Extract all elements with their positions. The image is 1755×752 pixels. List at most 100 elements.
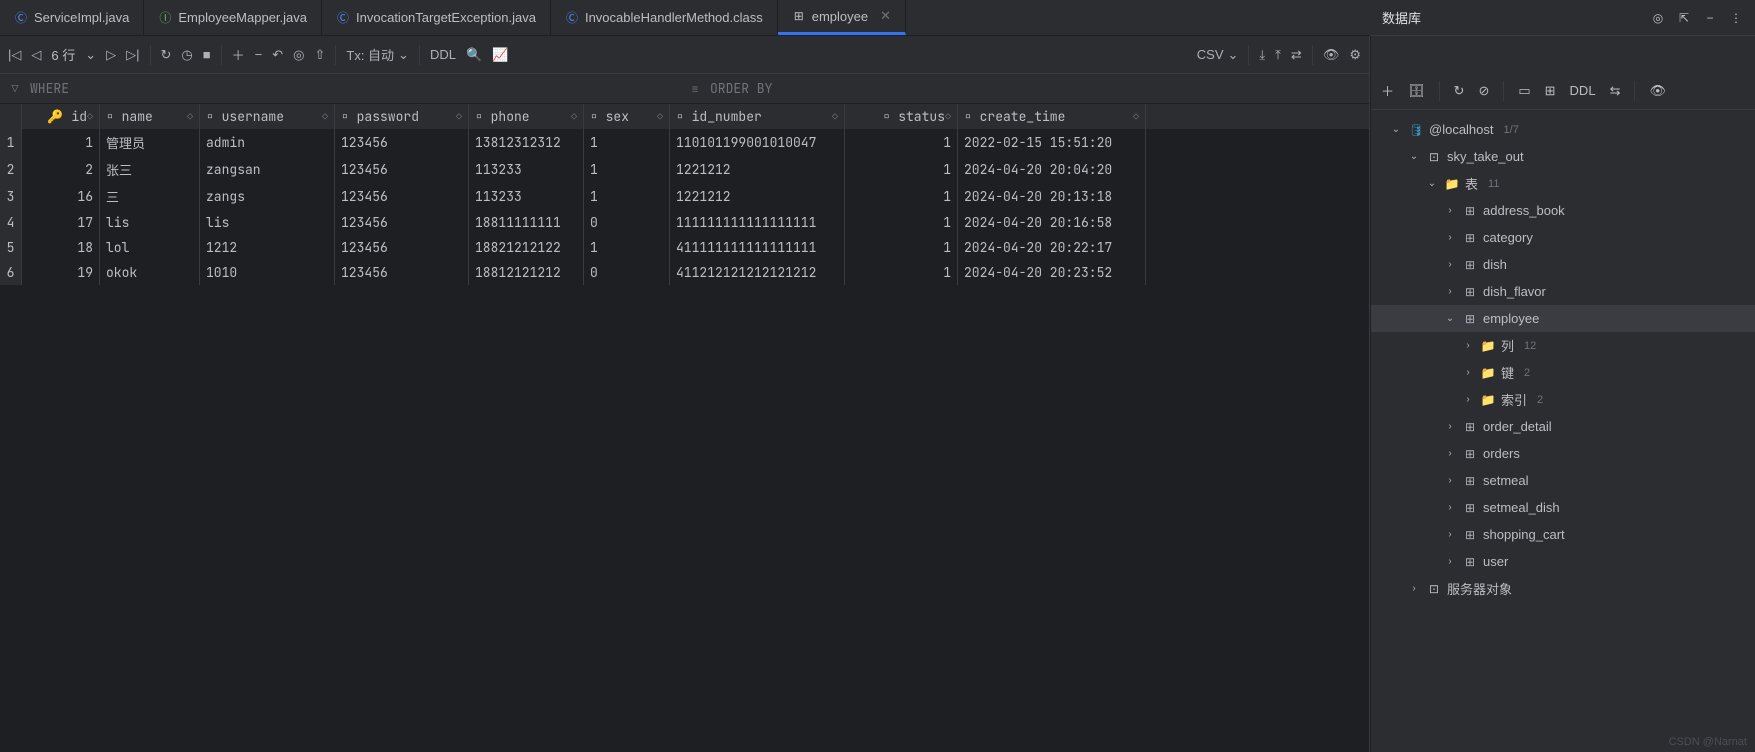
col-header-name[interactable]: ▫ name◇	[100, 104, 200, 129]
col-header-status[interactable]: ▫ status◇	[845, 104, 958, 129]
cell-status[interactable]: 1	[845, 183, 958, 210]
eye-icon[interactable]: 👁	[1649, 83, 1666, 99]
cell-phone[interactable]: 13812312312	[469, 129, 584, 156]
cell-phone[interactable]: 113233	[469, 183, 584, 210]
cell-name[interactable]: 三	[100, 183, 200, 210]
schema-node[interactable]: ⌄⊡sky_take_out	[1371, 143, 1755, 170]
table-row[interactable]: 4 17 lis lis 123456 18811111111 0 111111…	[0, 210, 1369, 235]
cell-id[interactable]: 17	[22, 210, 100, 235]
table-node-setmeal_dish[interactable]: ›⊞setmeal_dish	[1371, 494, 1755, 521]
cell-idnumber[interactable]: 110101199001010047	[670, 129, 845, 156]
eye-icon[interactable]: 👁	[1323, 47, 1340, 63]
console-icon[interactable]: ▭	[1518, 83, 1530, 99]
close-icon[interactable]: ✕	[880, 8, 891, 24]
next-page-button[interactable]: ▷	[106, 47, 116, 63]
cell-name[interactable]: 管理员	[100, 129, 200, 156]
last-page-button[interactable]: ▷|	[126, 47, 139, 63]
stop-icon[interactable]: ■	[203, 47, 211, 62]
table-node-dish[interactable]: ›⊞dish	[1371, 251, 1755, 278]
cell-status[interactable]: 1	[845, 260, 958, 285]
col-header-username[interactable]: ▫ username◇	[200, 104, 335, 129]
cell-password[interactable]: 123456	[335, 183, 469, 210]
cell-id[interactable]: 16	[22, 183, 100, 210]
col-header-idnumber[interactable]: ▫ id_number◇	[670, 104, 845, 129]
cell-status[interactable]: 1	[845, 129, 958, 156]
datasource-node[interactable]: ⌄🛢@localhost1/7	[1371, 116, 1755, 143]
add-icon[interactable]: ＋	[1381, 81, 1394, 100]
tab-employeemapper[interactable]: ⒾEmployeeMapper.java	[144, 0, 322, 35]
cell-username[interactable]: admin	[200, 129, 335, 156]
cell-id[interactable]: 1	[22, 129, 100, 156]
preview-icon[interactable]: ◎	[293, 47, 304, 63]
cell-id[interactable]: 19	[22, 260, 100, 285]
target-icon[interactable]: ◎	[1651, 11, 1665, 25]
table-child-索引[interactable]: ›📁索引2	[1371, 386, 1755, 413]
col-header-phone[interactable]: ▫ phone◇	[469, 104, 584, 129]
format-dropdown[interactable]: CSV ⌄	[1197, 47, 1239, 63]
more-icon[interactable]: ⋮	[1729, 11, 1743, 25]
cell-password[interactable]: 123456	[335, 235, 469, 260]
cell-name[interactable]: 张三	[100, 156, 200, 183]
table-child-键[interactable]: ›📁键2	[1371, 359, 1755, 386]
cell-phone[interactable]: 113233	[469, 156, 584, 183]
tab-invocationtargetexception[interactable]: ⒸInvocationTargetException.java	[322, 0, 551, 35]
table-node-orders[interactable]: ›⊞orders	[1371, 440, 1755, 467]
cell-username[interactable]: zangs	[200, 183, 335, 210]
filter-icon[interactable]: ▽	[8, 82, 22, 96]
table-row[interactable]: 5 18 lol 1212 123456 18821212122 1 41111…	[0, 235, 1369, 260]
cell-password[interactable]: 123456	[335, 260, 469, 285]
cell-status[interactable]: 1	[845, 156, 958, 183]
table-row[interactable]: 6 19 okok 1010 123456 18812121212 0 4112…	[0, 260, 1369, 285]
ddl-button[interactable]: DDL	[430, 47, 456, 62]
table-node-category[interactable]: ›⊞category	[1371, 224, 1755, 251]
prev-page-button[interactable]: ◁	[31, 47, 41, 63]
tab-serviceimpl[interactable]: ⒸServiceImpl.java	[0, 0, 144, 35]
datasource-icon[interactable]: 🗄	[1408, 83, 1425, 99]
import-icon[interactable]: ⤓	[1259, 47, 1265, 63]
cell-sex[interactable]: 1	[584, 156, 670, 183]
cell-username[interactable]: 1010	[200, 260, 335, 285]
server-objects-node[interactable]: ›⊡服务器对象	[1371, 575, 1755, 602]
cell-id[interactable]: 18	[22, 235, 100, 260]
first-page-button[interactable]: |◁	[8, 47, 21, 63]
cell-phone[interactable]: 18811111111	[469, 210, 584, 235]
cell-sex[interactable]: 1	[584, 235, 670, 260]
cell-password[interactable]: 123456	[335, 156, 469, 183]
table-node-employee[interactable]: ⌄⊞employee	[1371, 305, 1755, 332]
col-header-createtime[interactable]: ▫ create_time◇	[958, 104, 1146, 129]
table-node-order_detail[interactable]: ›⊞order_detail	[1371, 413, 1755, 440]
cell-password[interactable]: 123456	[335, 210, 469, 235]
export-icon[interactable]: ⤒	[1275, 47, 1281, 63]
cell-status[interactable]: 1	[845, 235, 958, 260]
add-row-icon[interactable]: ＋	[232, 45, 245, 64]
cell-username[interactable]: lis	[200, 210, 335, 235]
cell-idnumber[interactable]: 111111111111111111	[670, 210, 845, 235]
tab-employee[interactable]: ⊞employee✕	[778, 0, 906, 35]
stop-sync-icon[interactable]: ⊘	[1478, 83, 1489, 99]
col-header-password[interactable]: ▫ password◇	[335, 104, 469, 129]
cell-sex[interactable]: 1	[584, 183, 670, 210]
cell-createtime[interactable]: 2024-04-20 20:13:18	[958, 183, 1146, 210]
cell-password[interactable]: 123456	[335, 129, 469, 156]
cell-sex[interactable]: 0	[584, 210, 670, 235]
cell-idnumber[interactable]: 1221212	[670, 156, 845, 183]
cell-createtime[interactable]: 2022-02-15 15:51:20	[958, 129, 1146, 156]
clock-icon[interactable]: ◷	[181, 47, 192, 63]
table-node-setmeal[interactable]: ›⊞setmeal	[1371, 467, 1755, 494]
sort-icon[interactable]: ≡	[688, 82, 702, 96]
cell-id[interactable]: 2	[22, 156, 100, 183]
orderby-input[interactable]: ORDER BY	[710, 80, 772, 97]
expand-icon[interactable]: ⇱	[1677, 11, 1691, 25]
table-node-user[interactable]: ›⊞user	[1371, 548, 1755, 575]
table-row[interactable]: 3 16 三 zangs 123456 113233 1 1221212 1 2…	[0, 183, 1369, 210]
cell-name[interactable]: lol	[100, 235, 200, 260]
cell-createtime[interactable]: 2024-04-20 20:04:20	[958, 156, 1146, 183]
col-header-id[interactable]: 🔑 id◇	[22, 104, 100, 129]
cell-phone[interactable]: 18812121212	[469, 260, 584, 285]
tables-folder[interactable]: ⌄📁表11	[1371, 170, 1755, 197]
chart-icon[interactable]: 📈	[492, 47, 508, 63]
tx-mode-dropdown[interactable]: Tx: 自动 ⌄	[346, 45, 409, 64]
transpose-icon[interactable]: ⇆	[1610, 83, 1621, 99]
chevron-down-icon[interactable]: ⌄	[85, 47, 96, 63]
cell-phone[interactable]: 18821212122	[469, 235, 584, 260]
